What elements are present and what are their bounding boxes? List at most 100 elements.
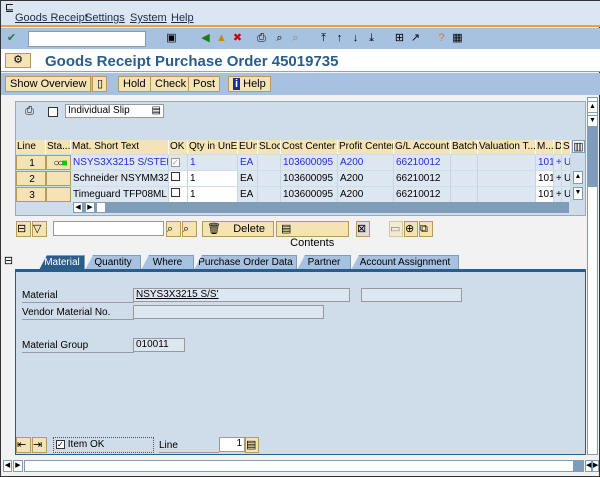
tab-material[interactable]: Material [39,255,85,270]
expand-icon[interactable]: ⊠ [356,221,370,237]
column-header[interactable]: EUn [238,140,258,154]
cell-cost[interactable]: 103600095 [281,187,338,202]
ok-checkbox[interactable]: ✓ [169,155,188,170]
column-header[interactable]: Profit Center [338,140,394,154]
enter-icon[interactable]: ✔ [5,32,18,45]
table-settings-icon[interactable]: ▥ [572,140,585,153]
print-checkbox[interactable] [48,107,58,117]
last-page-icon[interactable]: ⤓ [365,32,378,45]
new-session-icon[interactable]: ⊞ [393,32,406,45]
scroll-right-icon[interactable]: ▶ [85,202,95,213]
back-icon[interactable]: ◀ [199,32,212,45]
cell-empty[interactable] [451,171,478,186]
shortcut-icon[interactable]: ↗ [409,32,422,45]
prev-page-icon[interactable]: ↑ [333,32,346,45]
column-header[interactable]: S [562,140,571,154]
vendor-material-field[interactable] [133,305,324,319]
exit-icon[interactable]: ▲ [215,32,228,45]
tab-account-assignment[interactable]: Account Assignment [351,255,459,270]
delete-button[interactable]: 🗑 Delete [202,221,274,237]
save-icon[interactable]: ▣ [165,32,178,45]
table-scroll-up-icon[interactable]: ▲ [573,171,583,184]
slip-dropdown[interactable]: Individual Slip ▤ [65,104,164,118]
scroll-up-icon[interactable]: ▲ [587,101,598,113]
row-selector[interactable]: 3 [16,187,46,202]
post-button[interactable]: Post [188,76,221,92]
column-header[interactable]: Qty in UnE [188,140,238,154]
find-next-icon[interactable]: ⌕ [182,221,197,237]
menu-system[interactable]: System [130,12,167,24]
print-icon[interactable]: ⎙ [23,105,36,118]
help-button[interactable]: i Help [228,76,271,92]
cell-empty[interactable] [478,187,536,202]
ok-checkbox[interactable] [169,187,188,202]
material-description-field[interactable] [361,288,462,302]
table-scroll-down-icon[interactable]: ▼ [573,187,583,200]
cell-empty[interactable] [478,155,536,170]
cell-gl[interactable]: 66210012 [394,171,451,186]
cell-gl[interactable]: 66210012 [394,187,451,202]
scroll-down-icon[interactable]: ▼ [587,115,598,127]
row-selector[interactable]: 2 [16,171,46,186]
next-item-button[interactable]: ⇥ [32,437,47,453]
tab-purchase-order-data[interactable]: Purchase Order Data [194,255,297,270]
column-header[interactable]: D [554,140,562,154]
cell-empty[interactable] [451,155,478,170]
copy-row-icon[interactable]: ⧉ [419,221,433,237]
collapse-detail-icon[interactable]: ⊟ [2,255,15,268]
scroll-left-icon[interactable]: ◀ [73,202,83,213]
scroll-left-icon[interactable]: ◀ [585,460,592,472]
material-group-field[interactable]: 010011 [133,338,185,352]
find-next-icon[interactable]: ⌕ [289,32,302,45]
select-all-button[interactable]: ⊟ [16,221,31,237]
cell-qty[interactable]: 1 [188,187,238,202]
cell-empty[interactable] [258,155,281,170]
cancel-icon[interactable]: ✖ [231,32,244,45]
column-header[interactable]: M... [536,140,554,154]
new-document-button[interactable]: ▯ [92,76,107,92]
horizontal-scrollbar[interactable] [24,460,574,472]
tab-quantity[interactable]: Quantity [85,255,141,270]
cell-cost[interactable]: 103600095 [281,155,338,170]
command-field[interactable] [28,31,146,47]
column-header[interactable]: Batch [451,140,478,154]
menu-settings[interactable]: Settings [85,12,125,24]
column-header[interactable]: Line [16,140,46,154]
cell-empty[interactable] [478,171,536,186]
cell-cost[interactable]: 103600095 [281,171,338,186]
scroll-thumb[interactable] [587,127,598,187]
cell-empty[interactable] [258,187,281,202]
hold-button[interactable]: Hold [118,76,151,92]
table-horizontal-scrollbar[interactable] [73,202,569,213]
scroll-thumb[interactable] [574,460,584,472]
services-icon[interactable]: ⚙ [5,53,31,68]
find-icon[interactable]: ⌕ [273,32,286,45]
table-search-input[interactable] [53,221,164,236]
material-field[interactable]: NSYS3X3215 S/S' [133,288,350,302]
tab-partner[interactable]: Partner [297,255,351,270]
help-icon[interactable]: ? [435,32,448,45]
row-selector[interactable]: 1 [16,155,46,170]
previous-item-button[interactable]: ⇤ [16,437,31,453]
cell-profit[interactable]: A200 [338,171,394,186]
column-header[interactable]: Cost Center [281,140,338,154]
ok-checkbox[interactable] [169,171,188,186]
scroll-thumb[interactable] [96,202,106,213]
first-page-icon[interactable]: ⤒ [317,32,330,45]
show-overview-button[interactable]: Show Overview [5,76,92,92]
tab-where[interactable]: Where [141,255,194,270]
add-row-icon[interactable]: ⊕ [404,221,418,237]
scroll-left-icon[interactable]: ◀ [3,460,12,472]
layout-icon[interactable]: ▦ [451,32,464,45]
scroll-right-icon[interactable]: ▶ [13,460,23,472]
column-header[interactable]: Valuation T... [478,140,536,154]
print-icon[interactable]: ⎙ [255,32,268,45]
cell-profit[interactable]: A200 [338,155,394,170]
column-header[interactable]: OK [169,140,188,154]
column-header[interactable]: G/L Account [394,140,451,154]
cell-qty[interactable]: 1 [188,171,238,186]
cell-empty[interactable] [451,187,478,202]
go-to-line-button[interactable]: ▤ [245,437,259,453]
column-header[interactable]: SLoc [258,140,281,154]
find-icon[interactable]: ⌕ [166,221,181,237]
